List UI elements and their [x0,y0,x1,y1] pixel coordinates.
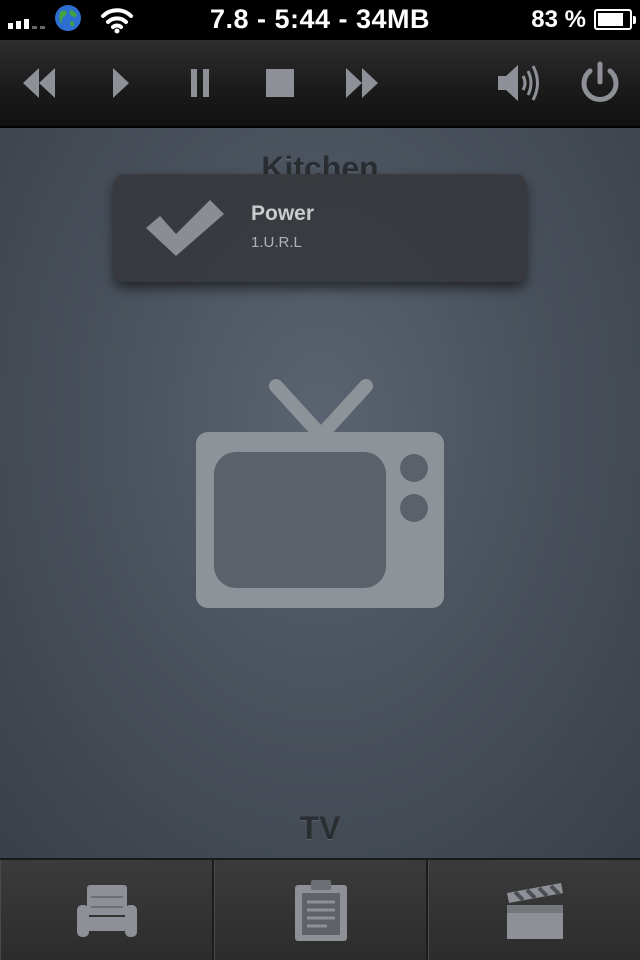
tab-media[interactable] [428,860,640,960]
notification-title: Power [251,202,315,225]
stop-button[interactable] [245,40,315,126]
notification-subtitle: 1.U.R.L [251,234,302,251]
tv-icon[interactable] [192,376,448,612]
tab-rooms[interactable] [0,860,214,960]
checkmark-icon [146,200,224,256]
play-button[interactable] [86,40,156,126]
screen: 7.8 - 5:44 - 34MB 83 % Kitchen Power 1.U… [0,0,640,960]
tab-activities[interactable] [214,860,428,960]
status-bar: 7.8 - 5:44 - 34MB 83 % [0,0,640,40]
power-button[interactable] [565,40,635,126]
volume-button[interactable] [484,40,554,126]
battery-percent: 83 % [531,6,586,33]
volume-icon [498,65,539,101]
pause-icon [191,69,209,97]
rewind-icon [23,68,55,98]
fast-forward-icon [346,68,378,98]
power-icon [581,61,619,102]
play-icon [113,68,129,98]
bottom-tab-bar [0,858,640,960]
device-panel: Kitchen Power 1.U.R.L TV [0,128,640,858]
battery-icon [594,9,636,30]
command-notification: Power 1.U.R.L [114,174,526,282]
clipboard-icon [294,880,347,941]
armchair-icon [76,885,137,937]
rewind-button[interactable] [4,40,74,126]
pause-button[interactable] [165,40,235,126]
stop-icon [266,69,294,97]
transport-toolbar [0,40,640,128]
fast-forward-button[interactable] [327,40,397,126]
device-label: TV [299,810,341,846]
clapperboard-icon [506,883,563,939]
